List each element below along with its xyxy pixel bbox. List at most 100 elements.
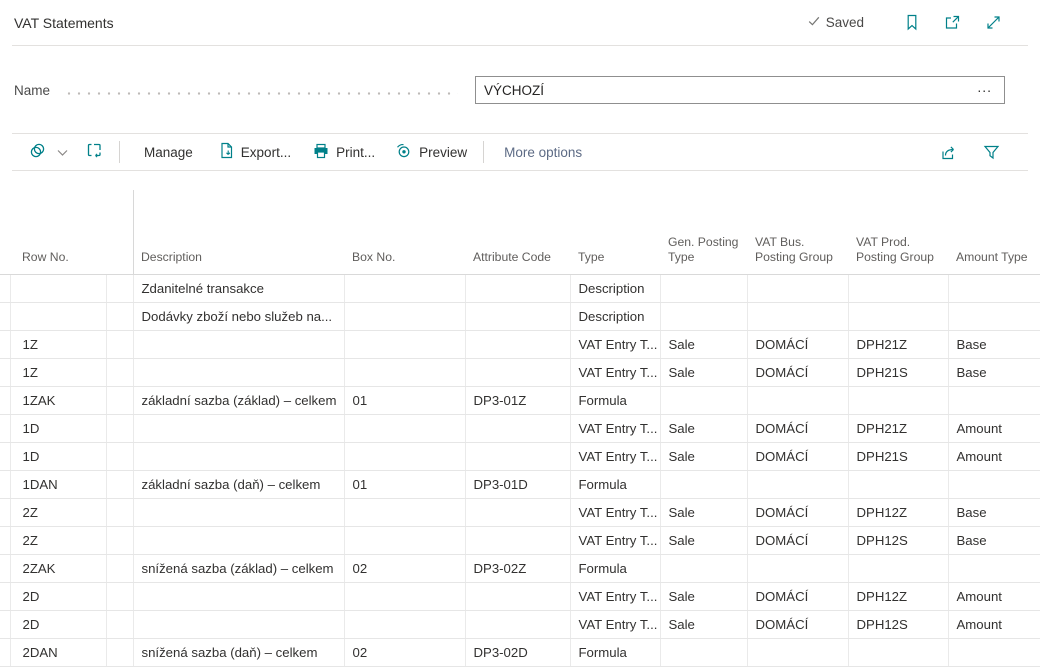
cell-box-no[interactable] xyxy=(344,582,466,611)
cell-gen-posting-type[interactable] xyxy=(660,554,748,583)
cell-gen-posting-type[interactable] xyxy=(660,302,748,331)
cell-attribute-code[interactable]: DP3-02Z xyxy=(465,554,571,583)
cell-box-no[interactable] xyxy=(344,498,466,527)
table-row[interactable]: 2Z VAT Entry T... Sale DOMÁCÍ DPH12S Base xyxy=(0,526,1040,555)
cell-description[interactable]: Dodávky zboží nebo služeb na... xyxy=(133,302,345,331)
cell-gen-posting-type[interactable]: Sale xyxy=(660,442,748,471)
table-row[interactable]: 1D VAT Entry T... Sale DOMÁCÍ DPH21S Amount xyxy=(0,442,1040,471)
table-row[interactable]: Zdanitelné transakce Description xyxy=(0,274,1040,303)
table-row[interactable]: 2D VAT Entry T... Sale DOMÁCÍ DPH12Z Amount xyxy=(0,582,1040,611)
open-in-new-window-icon[interactable] xyxy=(944,14,961,31)
cell-description[interactable] xyxy=(133,358,345,387)
cell-description[interactable]: Zdanitelné transakce xyxy=(133,274,345,303)
cell-attribute-code[interactable] xyxy=(465,610,571,639)
cell-amount-type[interactable]: Base xyxy=(948,358,1040,387)
table-row[interactable]: 2D VAT Entry T... Sale DOMÁCÍ DPH12S Amount xyxy=(0,610,1040,639)
cell-vat-bus-posting-group[interactable]: DOMÁCÍ xyxy=(747,498,849,527)
cell-row-no[interactable]: 2Z xyxy=(10,498,107,527)
cell-amount-type[interactable]: Base xyxy=(948,330,1040,359)
cell-type[interactable]: Formula xyxy=(570,554,661,583)
cell-vat-prod-posting-group[interactable]: DPH21S xyxy=(848,442,949,471)
cell-type[interactable]: VAT Entry T... xyxy=(570,582,661,611)
cell-amount-type[interactable] xyxy=(948,302,1040,331)
cell-vat-prod-posting-group[interactable]: DPH12Z xyxy=(848,582,949,611)
cell-gen-posting-type[interactable] xyxy=(660,274,748,303)
table-row[interactable]: 1Z VAT Entry T... Sale DOMÁCÍ DPH21S Base xyxy=(0,358,1040,387)
cell-attribute-code[interactable] xyxy=(465,498,571,527)
table-row[interactable]: 1DAN základní sazba (daň) – celkem 01 DP3-0… xyxy=(0,470,1040,499)
cell-amount-type[interactable] xyxy=(948,470,1040,499)
cell-row-no[interactable]: 2ZAK xyxy=(10,554,107,583)
cell-vat-bus-posting-group[interactable] xyxy=(747,386,849,415)
cell-amount-type[interactable]: Amount xyxy=(948,610,1040,639)
cell-vat-prod-posting-group[interactable]: DPH21S xyxy=(848,358,949,387)
cell-vat-prod-posting-group[interactable] xyxy=(848,638,949,667)
table-row[interactable]: 2ZAK snížená sazba (základ) – celkem 02 DP3… xyxy=(0,554,1040,583)
cell-description[interactable]: základní sazba (daň) – celkem xyxy=(133,470,345,499)
cell-vat-prod-posting-group[interactable]: DPH12S xyxy=(848,610,949,639)
cell-vat-prod-posting-group[interactable]: DPH21Z xyxy=(848,330,949,359)
cell-gen-posting-type[interactable] xyxy=(660,638,748,667)
cell-attribute-code[interactable] xyxy=(465,414,571,443)
cell-attribute-code[interactable] xyxy=(465,526,571,555)
cell-amount-type[interactable]: Base xyxy=(948,526,1040,555)
column-header-vat-bus-posting-group[interactable]: VAT Bus. Posting Group xyxy=(747,170,848,275)
cell-row-no[interactable]: 2D xyxy=(10,610,107,639)
cell-gen-posting-type[interactable]: Sale xyxy=(660,526,748,555)
cell-type[interactable]: VAT Entry T... xyxy=(570,414,661,443)
cell-box-no[interactable] xyxy=(344,358,466,387)
cell-type[interactable]: VAT Entry T... xyxy=(570,526,661,555)
cell-attribute-code[interactable] xyxy=(465,330,571,359)
cell-type[interactable]: Formula xyxy=(570,638,661,667)
column-header-amount-type[interactable]: Amount Type xyxy=(948,170,1040,275)
cell-vat-bus-posting-group[interactable] xyxy=(747,302,849,331)
cell-box-no[interactable] xyxy=(344,442,466,471)
cell-description[interactable] xyxy=(133,582,345,611)
cell-vat-prod-posting-group[interactable] xyxy=(848,274,949,303)
cell-type[interactable]: Formula xyxy=(570,386,661,415)
cell-attribute-code[interactable] xyxy=(465,358,571,387)
table-row[interactable]: 1Z VAT Entry T... Sale DOMÁCÍ DPH21Z Base xyxy=(0,330,1040,359)
bookmark-icon[interactable] xyxy=(904,14,920,31)
cell-row-no[interactable] xyxy=(10,302,107,331)
cell-attribute-code[interactable] xyxy=(465,442,571,471)
cell-gen-posting-type[interactable] xyxy=(660,470,748,499)
filter-icon[interactable] xyxy=(983,144,1000,161)
cell-type[interactable]: Description xyxy=(570,302,661,331)
cell-amount-type[interactable] xyxy=(948,638,1040,667)
cell-vat-prod-posting-group[interactable] xyxy=(848,302,949,331)
cell-vat-bus-posting-group[interactable] xyxy=(747,638,849,667)
cell-gen-posting-type[interactable]: Sale xyxy=(660,414,748,443)
column-header-vat-prod-posting-group[interactable]: VAT Prod. Posting Group xyxy=(848,170,948,275)
cell-gen-posting-type[interactable]: Sale xyxy=(660,610,748,639)
cell-description[interactable] xyxy=(133,414,345,443)
column-header-description[interactable]: Description xyxy=(133,170,344,275)
cell-type[interactable]: Formula xyxy=(570,470,661,499)
cell-amount-type[interactable]: Base xyxy=(948,498,1040,527)
cell-amount-type[interactable]: Amount xyxy=(948,582,1040,611)
cell-box-no[interactable]: 02 xyxy=(344,554,466,583)
assist-edit-button[interactable]: ... xyxy=(975,80,994,98)
cell-amount-type[interactable] xyxy=(948,386,1040,415)
print-button[interactable]: Print... xyxy=(313,143,375,162)
cell-gen-posting-type[interactable]: Sale xyxy=(660,358,748,387)
cell-vat-prod-posting-group[interactable] xyxy=(848,386,949,415)
cell-vat-prod-posting-group[interactable]: DPH12S xyxy=(848,526,949,555)
cell-row-no[interactable]: 2Z xyxy=(10,526,107,555)
column-header-attribute-code[interactable]: Attribute Code xyxy=(465,170,570,275)
cell-box-no[interactable] xyxy=(344,610,466,639)
cell-gen-posting-type[interactable]: Sale xyxy=(660,330,748,359)
expand-view-icon[interactable] xyxy=(985,14,1002,31)
cell-row-no[interactable]: 1D xyxy=(10,414,107,443)
cell-description[interactable] xyxy=(133,442,345,471)
preview-button[interactable]: Preview xyxy=(395,142,467,162)
cell-gen-posting-type[interactable]: Sale xyxy=(660,582,748,611)
cell-row-no[interactable]: 2D xyxy=(10,582,107,611)
cell-vat-prod-posting-group[interactable]: DPH12Z xyxy=(848,498,949,527)
table-row[interactable]: Dodávky zboží nebo služeb na... Descripti… xyxy=(0,302,1040,331)
cell-description[interactable]: základní sazba (základ) – celkem xyxy=(133,386,345,415)
cell-row-no[interactable]: 2DAN xyxy=(10,638,107,667)
cell-description[interactable] xyxy=(133,610,345,639)
cell-row-no[interactable]: 1Z xyxy=(10,330,107,359)
manage-button[interactable]: Manage xyxy=(144,145,193,160)
